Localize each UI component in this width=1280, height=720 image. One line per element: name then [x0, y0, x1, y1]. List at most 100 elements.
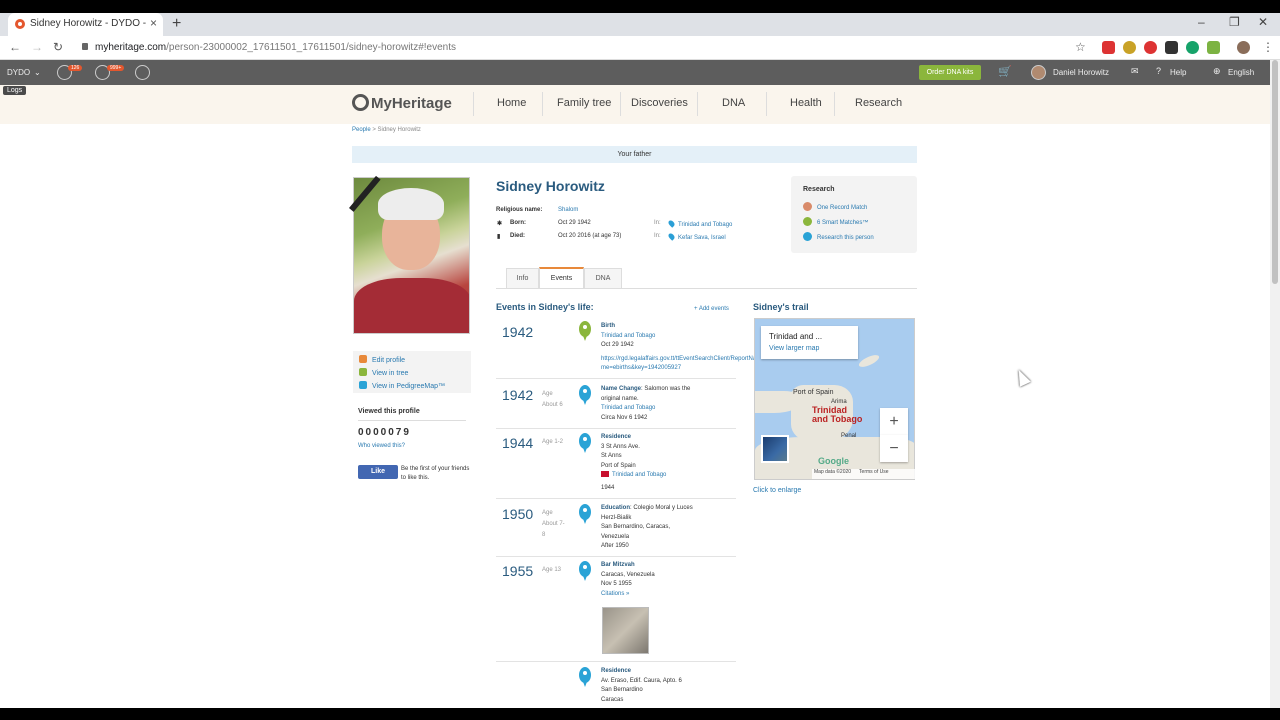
page-scrollbar[interactable]	[1270, 60, 1280, 708]
breadcrumb-current: Sidney Horowitz	[377, 127, 421, 133]
tab-dna[interactable]: DNA	[584, 268, 622, 288]
breadcrumb-people[interactable]: People	[352, 127, 371, 133]
record-match-link[interactable]: One Record Match	[803, 202, 867, 211]
extension-icon[interactable]	[1165, 41, 1178, 54]
birth-pin-icon	[579, 321, 591, 341]
add-events-link[interactable]: + Add events	[694, 306, 729, 312]
pencil-icon	[359, 355, 367, 363]
location-pin-icon	[579, 385, 591, 405]
matches-icon[interactable]	[135, 65, 150, 80]
minimize-icon[interactable]: –	[1198, 15, 1205, 29]
view-in-pedigreemap-link[interactable]: View in PedigreeMap™	[353, 381, 471, 390]
died-icon: ▮	[497, 234, 501, 240]
window-close-icon[interactable]: ✕	[1258, 15, 1268, 29]
myheritage-logo[interactable]: MyHeritage	[352, 94, 452, 112]
mouse-cursor-icon	[1013, 367, 1031, 387]
tab-close-icon[interactable]: ×	[150, 16, 157, 30]
location-pin-icon	[579, 504, 591, 524]
terms-link[interactable]: Terms of Use	[859, 469, 888, 475]
myheritage-favicon-icon	[15, 19, 25, 29]
nav-divider	[620, 92, 621, 116]
extension-icon[interactable]	[1123, 41, 1136, 54]
map-icon	[359, 381, 367, 389]
extension-icon[interactable]	[1102, 41, 1115, 54]
click-to-enlarge-link[interactable]: Click to enlarge	[753, 487, 801, 494]
search-icon	[803, 232, 812, 241]
event-divider	[496, 556, 736, 557]
site-selector[interactable]: DYDO	[7, 68, 30, 77]
died-place[interactable]: Kefar Sava, Israel	[667, 232, 726, 241]
event-age: Age 13	[542, 567, 562, 573]
extension-icon[interactable]	[1207, 41, 1220, 54]
tab-info[interactable]: Info	[506, 268, 539, 288]
url-field[interactable]: myheritage.com/person-23000002_17611501_…	[82, 40, 1082, 56]
reload-icon[interactable]: ↻	[53, 40, 63, 54]
tab-underline	[496, 288, 917, 289]
born-date: Oct 29 1942	[558, 220, 591, 226]
born-place[interactable]: Trinidad and Tobago	[667, 219, 732, 228]
maximize-icon[interactable]: ❐	[1229, 15, 1240, 29]
nav-family-tree[interactable]: Family tree	[557, 97, 611, 109]
zoom-in-button[interactable]: +	[880, 408, 908, 435]
new-tab-icon[interactable]: +	[172, 15, 181, 33]
mail-icon[interactable]: ✉	[1131, 66, 1139, 77]
profile-avatar-icon[interactable]	[1237, 41, 1250, 54]
nav-health[interactable]: Health	[790, 97, 822, 109]
tab-title: Sidney Horowitz - DYDO - MyHeritage	[30, 18, 148, 29]
person-name: Sidney Horowitz	[496, 178, 605, 194]
google-logo: Google	[818, 456, 849, 466]
nav-discoveries[interactable]: Discoveries	[631, 97, 688, 109]
back-icon[interactable]: ←	[9, 40, 21, 54]
event-source-link[interactable]: https://rgd.legalaffairs.gov.tt/ttEventS…	[601, 355, 761, 374]
born-in-label: In:	[654, 220, 661, 226]
zoom-out-button[interactable]: −	[880, 435, 908, 462]
religious-name-label: Religious name:	[496, 207, 543, 213]
order-dna-kits-button[interactable]: Order DNA kits	[919, 65, 981, 80]
edit-profile-link[interactable]: Edit profile	[353, 355, 471, 364]
tab-events[interactable]: Events	[539, 267, 584, 288]
record-match-icon	[803, 202, 812, 211]
notification-badge: 126	[68, 65, 83, 71]
browser-menu-icon[interactable]: ⋮	[1262, 40, 1274, 54]
user-name[interactable]: Daniel Horowitz	[1053, 68, 1109, 77]
extension-icon[interactable]	[1144, 41, 1157, 54]
born-star-icon: ✱	[497, 221, 503, 227]
nav-home[interactable]: Home	[497, 97, 526, 109]
died-label: Died:	[510, 233, 525, 239]
tab-strip: Sidney Horowitz - DYDO - MyHeritage × + …	[0, 13, 1280, 36]
cart-icon[interactable]: 🛒	[998, 65, 1012, 78]
profile-photo[interactable]	[353, 177, 470, 334]
view-larger-map-link[interactable]: View larger map	[769, 345, 819, 352]
facebook-like-button[interactable]: Like	[358, 465, 398, 479]
user-avatar[interactable]	[1031, 65, 1046, 80]
citations-link[interactable]: Citations »	[601, 590, 761, 600]
event-body: Name Change: Salomon was the original na…	[601, 386, 691, 421]
map-label: Penal	[841, 433, 857, 439]
smart-matches-link[interactable]: 6 Smart Matches™	[803, 217, 868, 226]
nav-divider	[834, 92, 835, 116]
died-date: Oct 20 2016 (at age 73)	[558, 233, 622, 239]
forward-icon[interactable]: →	[31, 40, 43, 54]
event-year: 1955	[502, 563, 534, 579]
language-selector[interactable]: English	[1228, 68, 1254, 77]
location-pin-icon	[579, 433, 591, 453]
logs-button[interactable]: Logs	[3, 86, 27, 95]
tree-icon	[359, 368, 367, 376]
globe-icon: ⊕	[1213, 66, 1221, 76]
extension-icon[interactable]	[1186, 41, 1199, 54]
nav-research[interactable]: Research	[855, 97, 902, 109]
browser-tab[interactable]: Sidney Horowitz - DYDO - MyHeritage ×	[8, 13, 163, 36]
os-top-bar	[0, 0, 1280, 13]
view-in-tree-link[interactable]: View in tree	[353, 368, 471, 377]
scroll-thumb[interactable]	[1272, 60, 1278, 284]
research-person-link[interactable]: Research this person	[803, 232, 874, 241]
nav-dna[interactable]: DNA	[722, 97, 745, 109]
map-label: Port of Spain	[793, 389, 834, 396]
citation-document-image[interactable]	[602, 607, 649, 654]
who-viewed-link[interactable]: Who viewed this?	[358, 443, 405, 449]
bookmark-star-icon[interactable]: ☆	[1075, 40, 1086, 54]
help-menu[interactable]: Help	[1170, 68, 1186, 77]
view-counter: 0000079	[358, 427, 411, 438]
event-divider	[496, 661, 736, 662]
satellite-toggle[interactable]	[761, 435, 789, 463]
